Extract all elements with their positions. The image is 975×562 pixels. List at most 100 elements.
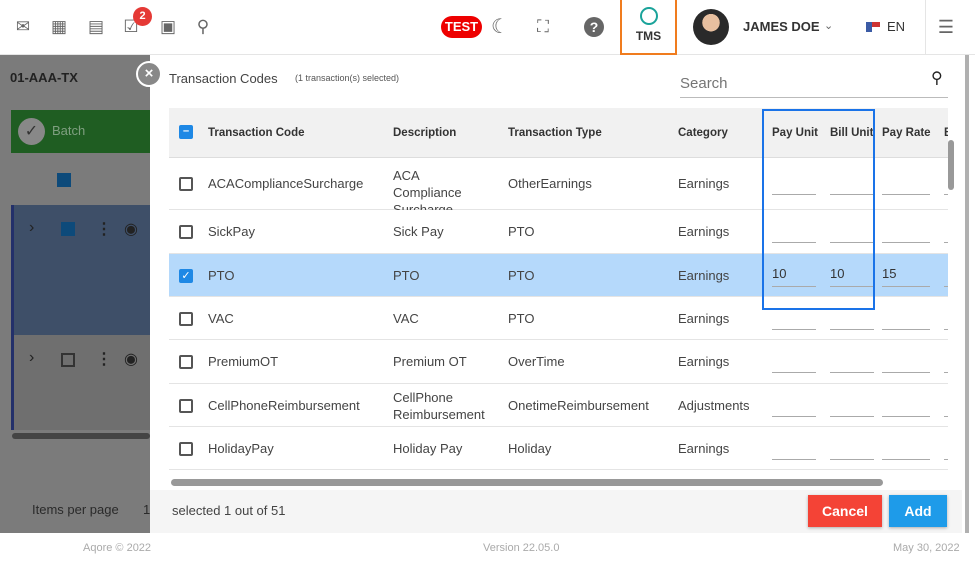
- bill-rate-input[interactable]: [944, 285, 948, 287]
- bill-unit-value: 10: [830, 265, 845, 281]
- tms-button[interactable]: TMS: [620, 0, 677, 55]
- bill-unit-input[interactable]: [830, 328, 874, 330]
- bill-rate-input[interactable]: [944, 194, 948, 195]
- version: Version 22.05.0: [483, 542, 560, 554]
- bill-rate-input[interactable]: [944, 372, 948, 373]
- items-per-page-select[interactable]: 10: [143, 502, 150, 517]
- category: Earnings: [678, 267, 730, 283]
- moon-icon[interactable]: ☾: [490, 17, 510, 37]
- add-button[interactable]: Add: [889, 495, 947, 527]
- transaction-type: Holiday: [508, 440, 552, 456]
- bill-unit-input[interactable]: [830, 194, 874, 195]
- eye-icon[interactable]: ◉: [124, 349, 138, 369]
- row-checkbox[interactable]: [179, 225, 193, 239]
- search-input[interactable]: [680, 70, 948, 98]
- notification-badge: 2: [133, 7, 152, 26]
- column-header[interactable]: B: [944, 127, 948, 139]
- transaction-code: PremiumOT: [208, 354, 279, 369]
- column-header[interactable]: Transaction Code: [208, 127, 305, 139]
- table-row[interactable]: [169, 427, 948, 470]
- column-header[interactable]: Transaction Type: [508, 127, 602, 139]
- pay-unit-input[interactable]: [772, 458, 816, 460]
- bill-rate-input[interactable]: [944, 415, 948, 417]
- row-checkbox[interactable]: [179, 441, 193, 456]
- more-icon[interactable]: ⋮: [96, 219, 112, 239]
- close-icon[interactable]: ×: [136, 61, 162, 87]
- row-checkbox[interactable]: [179, 398, 193, 413]
- batch-button[interactable]: ✓ Batch: [11, 110, 150, 153]
- pay-unit-input[interactable]: [772, 415, 816, 417]
- cancel-button[interactable]: Cancel: [808, 495, 882, 527]
- us-flag-icon: [866, 22, 880, 32]
- pay-rate-input[interactable]: [882, 328, 930, 330]
- pay-rate-input[interactable]: [882, 242, 930, 243]
- chevron-right-icon[interactable]: ›: [29, 219, 34, 237]
- row-checkbox[interactable]: [179, 311, 193, 326]
- search-icon[interactable]: ⚲: [193, 17, 213, 37]
- user-name[interactable]: JAMES DOE: [743, 19, 820, 34]
- pay-rate-value: 15: [882, 265, 897, 281]
- pay-unit-input[interactable]: [772, 242, 816, 243]
- table-row[interactable]: [169, 297, 948, 340]
- column-header[interactable]: Description: [393, 127, 456, 139]
- bill-rate-input[interactable]: [944, 458, 948, 460]
- batch-row-selected[interactable]: › ⋮ ◉: [11, 205, 150, 335]
- bill-unit-input[interactable]: [830, 415, 874, 417]
- row-checkbox[interactable]: [179, 177, 193, 191]
- row-checkbox[interactable]: [179, 355, 193, 369]
- check-icon: ✓: [18, 118, 45, 145]
- chevron-right-icon[interactable]: ›: [29, 349, 34, 367]
- horizontal-scrollbar[interactable]: [171, 479, 883, 486]
- eye-icon[interactable]: ◉: [124, 219, 138, 239]
- bill-unit-input[interactable]: [830, 242, 874, 243]
- pay-rate-input[interactable]: [882, 415, 930, 417]
- vertical-scrollbar[interactable]: [948, 140, 954, 190]
- background-scrollbar[interactable]: [12, 433, 150, 439]
- pay-unit-input[interactable]: [772, 372, 816, 373]
- row-checkbox[interactable]: [61, 222, 75, 236]
- page-scrollbar[interactable]: [965, 55, 969, 533]
- bill-unit-input[interactable]: [830, 285, 874, 287]
- batch-id: 01-AAA-TX: [10, 70, 78, 85]
- fullscreen-icon[interactable]: ⛶: [533, 17, 553, 37]
- category: Earnings: [678, 224, 730, 239]
- menu-icon[interactable]: ☰: [936, 17, 956, 37]
- language-selector[interactable]: EN: [887, 19, 905, 34]
- select-all-checkbox[interactable]: [57, 173, 71, 187]
- pay-rate-input[interactable]: [882, 285, 930, 287]
- calendar-icon[interactable]: ▣: [158, 17, 178, 37]
- bill-unit-input[interactable]: [830, 458, 874, 460]
- bill-unit-input[interactable]: [830, 372, 874, 373]
- column-header[interactable]: Pay Unit: [772, 127, 818, 139]
- pay-unit-input[interactable]: [772, 285, 816, 287]
- description: Holiday Pay: [393, 440, 463, 456]
- column-header[interactable]: Bill Unit: [830, 127, 873, 139]
- bill-rate-input[interactable]: [944, 242, 948, 243]
- column-header[interactable]: Category: [678, 127, 728, 139]
- divider: [925, 0, 926, 55]
- chat-icon[interactable]: ▤: [86, 17, 106, 37]
- bill-rate-input[interactable]: [944, 328, 948, 330]
- category: Earnings: [678, 176, 730, 191]
- table-row[interactable]: [169, 210, 948, 254]
- select-all-checkbox[interactable]: –: [179, 125, 193, 139]
- row-checkbox[interactable]: ✓: [179, 268, 193, 283]
- chevron-down-icon[interactable]: ⌄: [824, 19, 833, 32]
- pay-rate-input[interactable]: [882, 372, 930, 373]
- avatar[interactable]: [693, 9, 729, 45]
- batch-row[interactable]: › ⋮ ◉: [11, 335, 150, 430]
- transaction-type: OverTime: [508, 354, 565, 369]
- help-icon[interactable]: ?: [584, 17, 604, 37]
- pay-unit-input[interactable]: [772, 328, 816, 330]
- pay-unit-input[interactable]: [772, 194, 816, 195]
- transaction-code: PTO: [208, 267, 235, 283]
- pay-rate-input[interactable]: [882, 194, 930, 195]
- search-icon[interactable]: ⚲: [931, 68, 943, 88]
- column-header[interactable]: Pay Rate: [882, 127, 931, 139]
- mail-icon[interactable]: ✉: [13, 17, 33, 37]
- pay-rate-input[interactable]: [882, 458, 930, 460]
- row-checkbox[interactable]: [61, 353, 75, 367]
- category: Earnings: [678, 354, 730, 369]
- more-icon[interactable]: ⋮: [96, 349, 112, 369]
- calculator-icon[interactable]: ▦: [49, 17, 69, 37]
